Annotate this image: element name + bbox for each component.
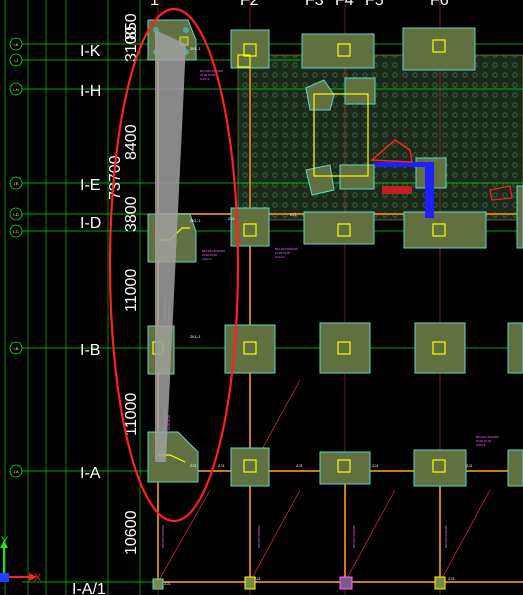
bubble-label: I-A	[13, 469, 18, 474]
pile-cap[interactable]	[303, 211, 375, 245]
pile-cap[interactable]	[507, 449, 523, 487]
grid-label-I-A1: I-A/1	[72, 581, 106, 595]
pile-cap[interactable]	[507, 322, 523, 374]
beam-note: G4C12	[202, 257, 212, 261]
bubble-label: I-K	[13, 42, 18, 47]
beam-note: BKL300 550x600	[444, 525, 448, 548]
col-label: F6	[430, 0, 449, 9]
pile-cap[interactable]	[413, 449, 467, 487]
pile-tag: ZJ1	[448, 576, 455, 581]
bubble-label: I-D	[13, 212, 18, 217]
beam-note: BKL300 550x600	[352, 525, 356, 548]
col-label: F4	[335, 0, 354, 9]
bubble-label: I-J	[14, 58, 18, 63]
pile-cap[interactable]	[344, 77, 376, 105]
col-label: F5	[365, 0, 384, 9]
grid-label-I-E: I-E	[80, 177, 100, 194]
beam-note: BKL300 550x600	[161, 525, 165, 548]
beam-note: G4C12	[476, 443, 486, 447]
grid-label-I-B: I-B	[80, 342, 100, 359]
beam-tag: 2KL-1	[190, 46, 201, 51]
bubble-label: I-B	[13, 346, 18, 351]
pile-cap[interactable]	[402, 27, 476, 71]
dimension-text: 850	[123, 13, 140, 40]
pile-tag: ZJ1	[164, 581, 171, 586]
ucs-y-label: Y	[1, 535, 9, 547]
pile-cap[interactable]	[414, 322, 466, 374]
dimension-text: 10600	[123, 510, 140, 555]
pile-tag: ZJ1	[218, 463, 225, 468]
beam-note: G4C12	[200, 77, 210, 81]
beam-note: G4C12	[275, 255, 285, 259]
col-label: 1	[150, 0, 159, 9]
grid-label-I-K: I-K	[80, 43, 101, 60]
pile-cap[interactable]	[319, 322, 371, 374]
pile-tag: ZJ1	[372, 463, 379, 468]
bubble-label: I-H	[13, 87, 18, 92]
bubble-label: I-E	[13, 181, 18, 186]
pile-tag: ZJ1	[296, 463, 303, 468]
beam-tag: 2KL-1	[190, 334, 201, 339]
pile-tag: ZJ1	[190, 463, 197, 468]
bubble-label: I-C	[13, 229, 18, 234]
pile-cap[interactable]	[516, 185, 523, 249]
beam-note: BKL300 550x600	[257, 525, 261, 548]
grid-label-I-H: I-H	[80, 83, 101, 100]
col-label: F3	[305, 0, 324, 9]
pile-tag: ZJ1	[228, 216, 235, 221]
pile-cap[interactable]	[339, 164, 375, 190]
dimension-text: 8400	[123, 124, 140, 160]
beam-tag: 2KL-1	[190, 218, 201, 223]
dimension-text: 11000	[123, 269, 140, 312]
hatched-slab	[237, 54, 523, 221]
dimension-text: 3800	[123, 196, 140, 232]
grid-label-I-A: I-A	[80, 465, 101, 482]
pile-tag: ZJ1	[290, 212, 297, 217]
col-label: F2	[240, 0, 259, 9]
pile-tag: ZJ1	[466, 463, 473, 468]
cad-drawing-canvas[interactable]: I-K I-J I-H I-E I-D I-C I-B I-A I-K I-H …	[0, 0, 523, 595]
pile-cap[interactable]	[230, 447, 270, 487]
ucs-x-label: X	[34, 572, 42, 584]
grid-label-I-D: I-D	[80, 215, 101, 232]
pile-cap[interactable]	[319, 451, 371, 485]
